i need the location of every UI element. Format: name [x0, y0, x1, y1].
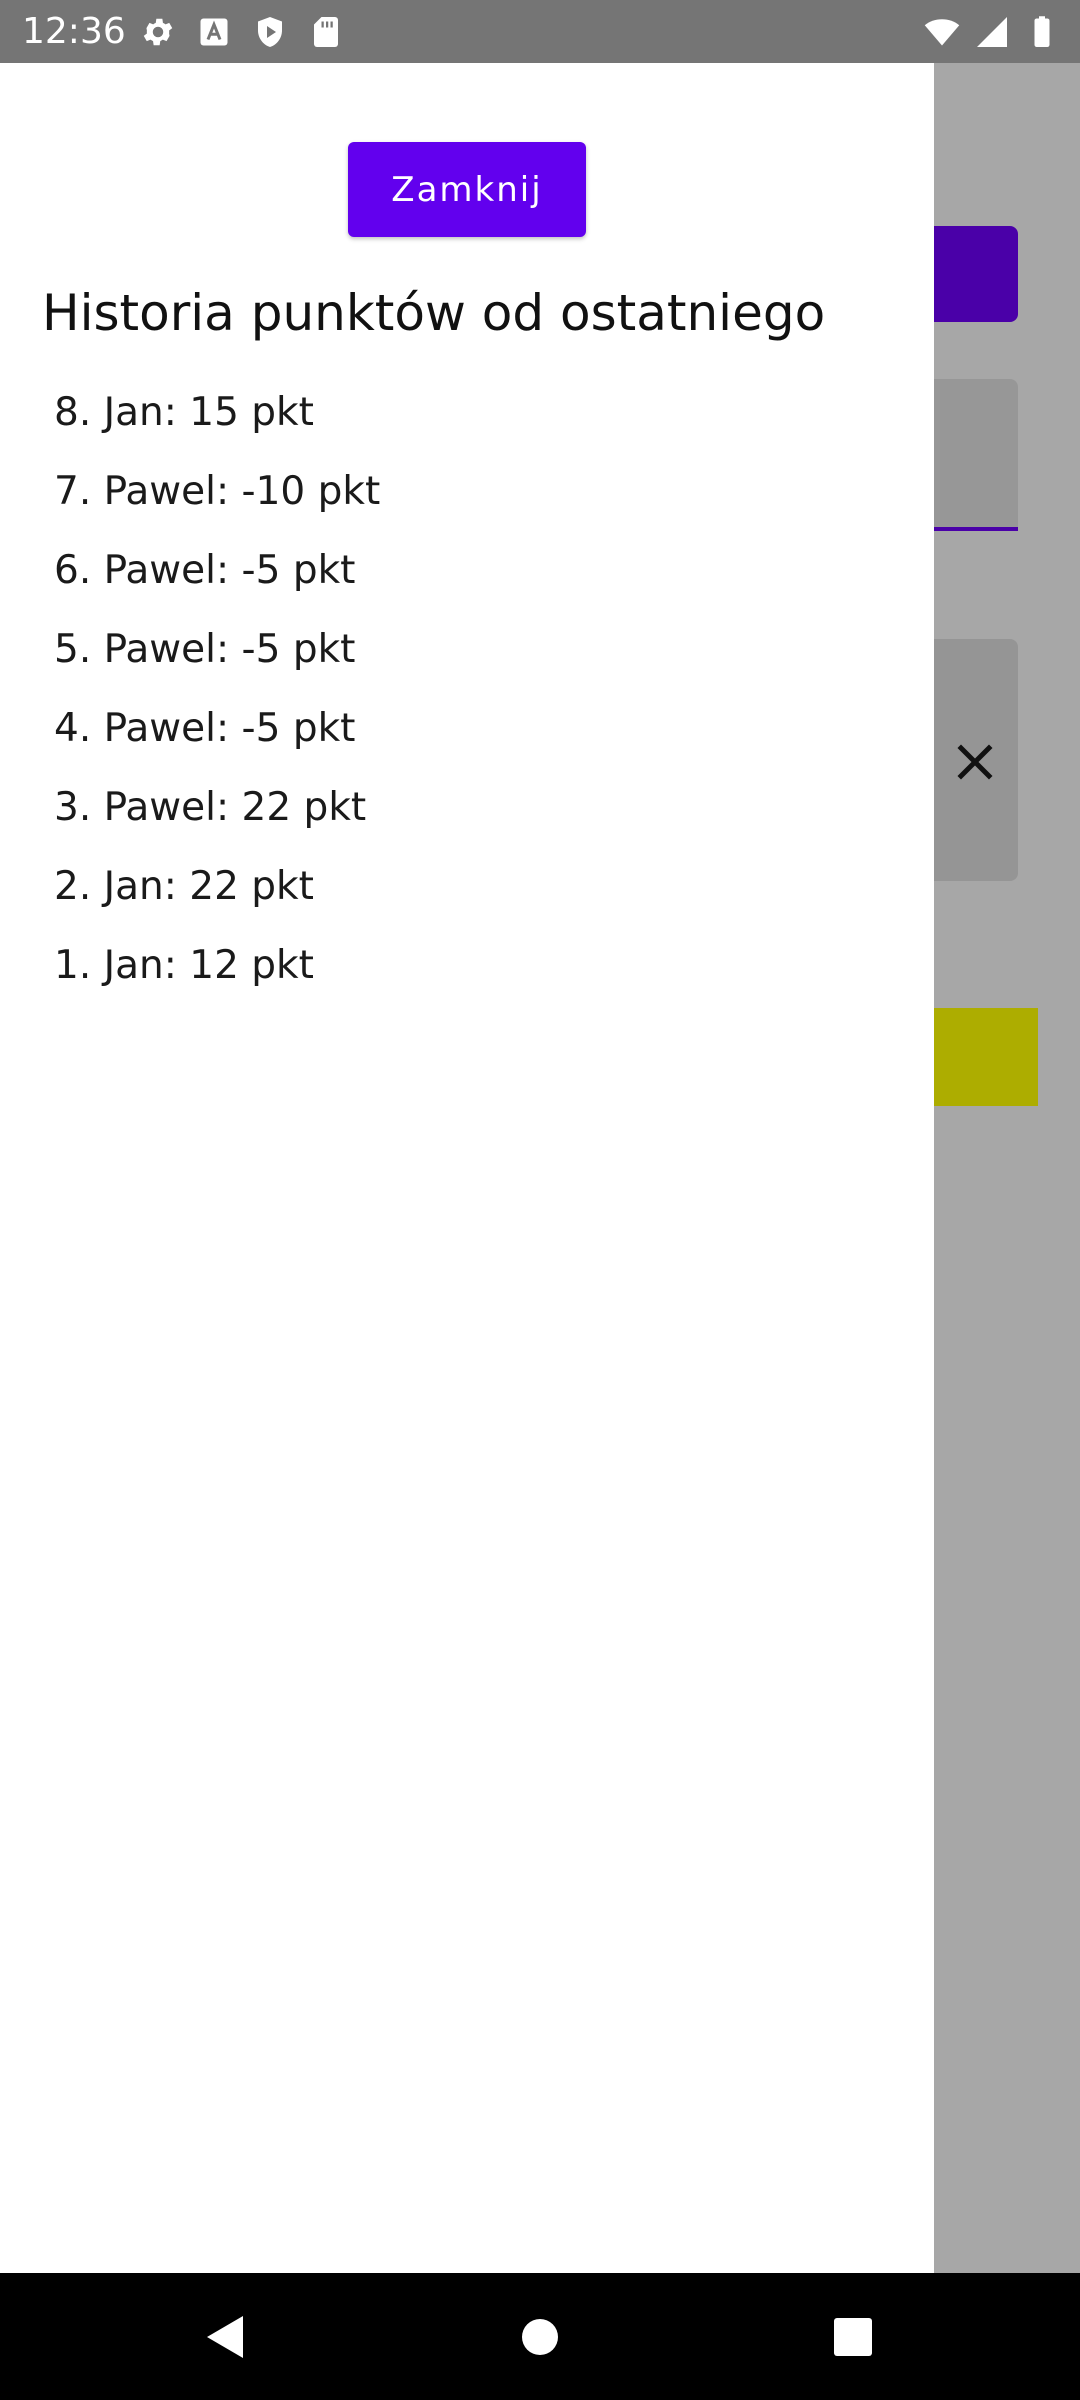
close-icon — [957, 744, 993, 780]
wifi-icon — [924, 19, 960, 46]
history-item: 3. Pawel: 22 pkt — [54, 785, 367, 830]
history-item: 4. Pawel: -5 pkt — [54, 706, 356, 751]
history-item: 6. Pawel: -5 pkt — [54, 548, 356, 593]
home-icon — [522, 2318, 558, 2355]
signal-icon — [977, 17, 1007, 47]
history-item: 7. Pawel: -10 pkt — [54, 469, 381, 514]
back-button[interactable] — [180, 2273, 270, 2400]
status-time: 12:36 — [22, 11, 126, 52]
status-icons-right — [924, 14, 1060, 50]
settings-icon — [143, 18, 173, 46]
history-item: 8. Jan: 15 pkt — [54, 390, 314, 435]
history-item: 2. Jan: 22 pkt — [54, 864, 314, 909]
battery-icon — [1034, 16, 1050, 47]
back-icon — [207, 2315, 243, 2358]
history-list: 8. Jan: 15 pkt 7. Pawel: -10 pkt 6. Pawe… — [54, 373, 380, 1005]
status-icons-left — [140, 14, 344, 50]
recents-icon — [834, 2317, 872, 2356]
home-button[interactable] — [495, 2273, 585, 2400]
recents-button[interactable] — [808, 2273, 898, 2400]
history-item: 5. Pawel: -5 pkt — [54, 627, 356, 672]
sd-card-icon — [314, 17, 338, 47]
close-drawer-button[interactable]: Zamknij — [348, 142, 586, 237]
shield-play-icon — [258, 17, 282, 47]
history-item: 1. Jan: 12 pkt — [54, 943, 314, 988]
history-drawer: Zamknij Historia punktów od ostatniego 8… — [0, 63, 934, 2273]
status-bar: 12:36 — [0, 0, 1080, 63]
drawer-title: Historia punktów od ostatniego — [42, 284, 826, 342]
navigation-bar — [0, 2273, 1080, 2400]
font-a-icon — [200, 18, 228, 46]
